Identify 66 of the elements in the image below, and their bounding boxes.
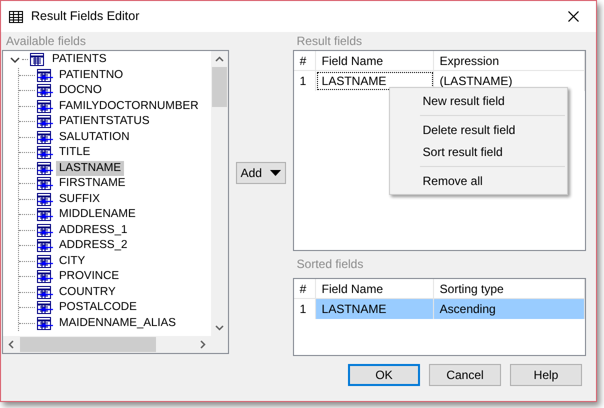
field-icon — [37, 130, 53, 144]
field-icon — [37, 254, 53, 268]
table-cell: 1 — [294, 71, 316, 91]
table-cell: Ascending — [434, 299, 585, 319]
column-header[interactable]: Expression — [434, 51, 585, 70]
field-icon — [37, 100, 53, 113]
group-label: Result fields — [296, 33, 364, 50]
tree-item[interactable]: TITLE — [56, 145, 94, 160]
field-icon — [37, 115, 53, 128]
menu-item[interactable]: New result field — [390, 90, 567, 112]
field-icon — [37, 301, 53, 314]
field-icon — [37, 208, 53, 222]
close-icon — [568, 11, 578, 22]
tree-item[interactable]: PATIENTNO — [56, 68, 126, 83]
menu-item[interactable]: Delete result field — [390, 119, 567, 141]
column-header[interactable]: Field Name — [316, 279, 434, 298]
tree-item[interactable]: MIDDLENAME — [56, 207, 139, 222]
field-icon — [37, 162, 53, 175]
add-button[interactable]: Add — [236, 162, 286, 184]
column-header[interactable]: # — [294, 51, 316, 70]
field-icon — [37, 146, 53, 160]
tree-item[interactable]: DOCNO — [56, 83, 105, 98]
table-icon — [30, 53, 46, 66]
menu-item[interactable]: Sort result field — [390, 141, 567, 163]
field-icon — [37, 177, 53, 190]
tree-item[interactable]: COUNTRY — [56, 284, 119, 300]
tree-item[interactable]: MAIDENNAME_ALIAS — [56, 316, 179, 331]
group-label: Available fields — [5, 33, 87, 50]
field-icon — [37, 68, 53, 82]
tree-item[interactable]: SUFFIX — [56, 192, 103, 207]
window-title: Result Fields Editor — [31, 8, 140, 26]
column-header[interactable]: # — [294, 279, 316, 298]
field-icon — [37, 286, 53, 299]
tree-item[interactable]: LASTNAME — [56, 160, 124, 176]
group-label: Sorted fields — [296, 256, 364, 273]
field-icon — [37, 192, 53, 206]
tree-item[interactable]: ADDRESS_2 — [56, 238, 130, 254]
scroll-thumb[interactable] — [20, 337, 156, 352]
tree-item[interactable]: ADDRESS_1 — [56, 222, 130, 238]
column-header[interactable]: Field Name — [316, 51, 434, 70]
scroll-thumb[interactable] — [212, 67, 227, 107]
dialog-button[interactable]: Help — [510, 364, 582, 386]
field-icon — [37, 84, 53, 98]
field-icon — [37, 239, 53, 252]
table-cell: LASTNAME — [316, 299, 434, 319]
dialog-button[interactable]: Cancel — [429, 364, 501, 386]
tree-item[interactable]: PATIENTSTATUS — [56, 114, 153, 130]
tree-item[interactable]: FAMILYDOCTORNUMBER — [56, 98, 202, 114]
caret-icon — [270, 170, 281, 176]
tree-item[interactable]: POSTALCODE — [56, 300, 140, 316]
dialog-button[interactable]: OK — [348, 364, 420, 386]
menu-item[interactable]: Remove all — [390, 170, 567, 192]
tree-view[interactable]: PATIENTS PATIENTNO DOCNO FAMILYDOCTORNUMBER PATIENTSTATUS SALUTATION TITLE LASTNAME FIRSTNAME SUFFIX MIDDLENAME ADDRESS_1 ADDRESS_2 CITY PROVINCE COUNTRY POSTALCODE MAIDENNAME_ALIAS — [2, 50, 229, 354]
collapse-icon[interactable] — [8, 54, 22, 65]
tree-item[interactable]: SALUTATION — [56, 130, 132, 145]
vertical-scrollbar[interactable] — [211, 51, 228, 336]
column-header[interactable]: Sorting type — [434, 279, 585, 298]
horizontal-scrollbar[interactable] — [3, 336, 228, 353]
tree-item[interactable]: FIRSTNAME — [56, 176, 128, 192]
tree-item[interactable]: PROVINCE — [56, 269, 122, 284]
table-icon — [9, 10, 23, 22]
field-icon — [37, 224, 53, 237]
tree-item[interactable]: CITY — [56, 254, 88, 269]
field-icon — [37, 316, 53, 330]
tree-item[interactable]: PATIENTS — [49, 52, 110, 68]
field-icon — [37, 270, 53, 284]
